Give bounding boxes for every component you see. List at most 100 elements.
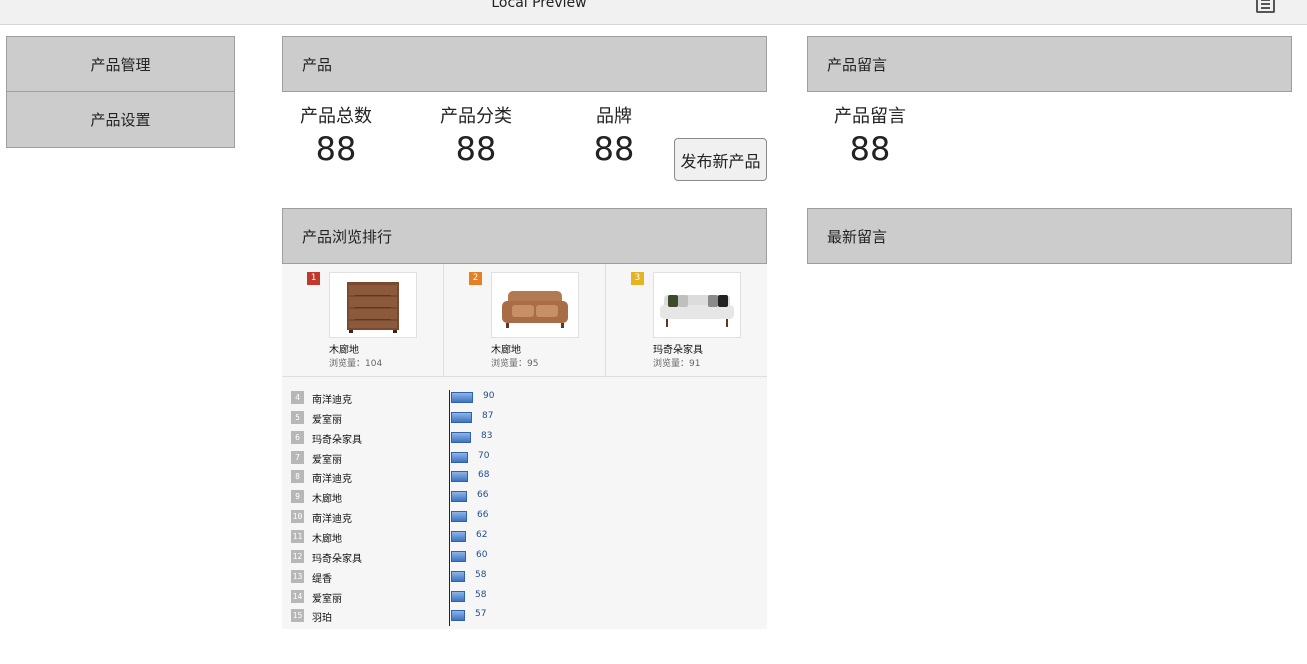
list-item[interactable]: 5 爱室丽 87 [282,408,767,428]
product-name: 爱室丽 [312,454,342,466]
view-count-bar [451,451,468,463]
view-count-value: 57 [475,609,487,620]
ranking-area: 1 木廊地 浏览量：104 2 木廊地 浏览量：95 3 玛奇朵家具 浏览量：9… [282,264,767,629]
rank-number: 15 [291,609,304,623]
list-item[interactable]: 14 爱室丽 58 [282,587,767,607]
ranking-panel-header: 产品浏览排行 [282,208,767,264]
stat-comments: 产品留言 88 [830,106,910,168]
rank-number: 6 [291,430,304,444]
product-name: 羽珀 [312,613,332,625]
view-count-bar [451,530,466,542]
latest-comments-header: 最新留言 [807,208,1292,264]
view-count-value: 70 [478,450,490,461]
view-count-bar [451,411,472,423]
rank-number: 9 [291,490,304,504]
stat-value: 88 [593,130,635,168]
rank-number: 5 [291,410,304,424]
view-count-value: 66 [477,490,489,501]
rank-number: 8 [291,470,304,484]
view-count-bar [451,511,467,523]
stat-value: 88 [849,130,891,168]
rank-number: 10 [291,510,304,524]
card-name: 木廊地 [329,345,359,356]
product-name: 缇香 [312,573,332,585]
sidebar-item-product-settings[interactable]: 产品设置 [6,92,235,148]
top-product-card[interactable]: 3 玛奇朵家具 浏览量：91 [605,264,767,377]
product-name: 南洋迪克 [312,395,352,406]
product-name: 木廊地 [312,494,342,506]
view-count-value: 68 [478,470,490,481]
view-count-bar [451,550,466,562]
stat-label: 产品分类 [440,106,512,127]
stat-value: 88 [455,130,497,168]
stat-value: 88 [315,130,357,168]
rank-number: 11 [291,529,304,543]
stat-label: 产品留言 [834,106,906,127]
window-titlebar: Local Preview [0,0,1307,25]
list-item[interactable]: 11 木廊地 62 [282,527,767,547]
product-name: 南洋迪克 [312,474,352,486]
list-item[interactable]: 13 缇香 58 [282,567,767,587]
product-name: 木廊地 [312,533,342,545]
sidebar-item-product-management[interactable]: 产品管理 [6,36,235,92]
card-views: 浏览量：91 [653,359,701,369]
rank-number: 14 [291,589,304,603]
product-name: 南洋迪克 [312,514,352,526]
list-item[interactable]: 15 羽珀 57 [282,606,767,626]
list-item[interactable]: 8 南洋迪克 68 [282,467,767,487]
rank-number: 13 [291,569,304,583]
view-count-bar [451,471,468,483]
card-name: 木廊地 [491,345,521,356]
view-count-value: 58 [475,589,487,600]
product-panel-header: 产品 [282,36,767,92]
sidebar: 产品管理 产品设置 [6,36,235,148]
rank-number: 7 [291,450,304,464]
top3-row: 1 木廊地 浏览量：104 2 木廊地 浏览量：95 3 玛奇朵家具 浏览量：9… [282,264,767,377]
rank-number: 12 [291,549,304,563]
stat-label: 品牌 [596,106,632,127]
view-count-bar [451,491,467,503]
product-name: 爱室丽 [312,414,342,426]
card-views: 浏览量：95 [491,359,539,369]
view-count-value: 66 [477,510,489,521]
stat-total-products: 产品总数 88 [296,106,376,168]
view-count-value: 62 [476,529,488,540]
list-item[interactable]: 10 南洋迪克 66 [282,507,767,527]
view-count-value: 58 [475,569,487,580]
list-item[interactable]: 9 木廊地 66 [282,487,767,507]
rank-badge: 1 [307,272,320,285]
view-count-bar [451,570,465,582]
stat-product-categories: 产品分类 88 [436,106,516,168]
view-count-bar [451,392,473,403]
comments-panel-header: 产品留言 [807,36,1292,92]
rank-number: 4 [291,391,304,404]
view-count-value: 90 [483,391,495,401]
dresser-image [329,272,417,338]
product-name: 玛奇朵家具 [312,434,362,446]
sofa-image [653,272,741,338]
view-count-value: 83 [481,430,493,441]
list-item[interactable]: 7 爱室丽 70 [282,448,767,468]
list-item[interactable]: 6 玛奇朵家具 83 [282,428,767,448]
list-item[interactable]: 12 玛奇朵家具 60 [282,547,767,567]
publish-new-product-button[interactable]: 发布新产品 [674,138,767,181]
window-title: Local Preview [491,0,587,11]
stat-brands: 品牌 88 [582,106,646,168]
view-count-bar [451,610,465,622]
view-count-value: 87 [482,410,494,421]
product-name: 爱室丽 [312,593,342,605]
list-item[interactable]: 4 南洋迪克 90 [282,388,767,408]
list-icon[interactable] [1256,0,1275,13]
top-product-card[interactable]: 1 木廊地 浏览量：104 [282,264,443,377]
product-name: 玛奇朵家具 [312,553,362,565]
view-count-value: 60 [476,549,488,560]
view-count-bar [451,431,471,443]
rank-badge: 3 [631,272,644,285]
card-views: 浏览量：104 [329,359,383,369]
stat-label: 产品总数 [300,106,372,127]
rank-badge: 2 [469,272,482,285]
card-name: 玛奇朵家具 [653,345,703,356]
view-count-bar [451,590,465,602]
top-product-card[interactable]: 2 木廊地 浏览量：95 [443,264,605,377]
sofa-image [491,272,579,338]
